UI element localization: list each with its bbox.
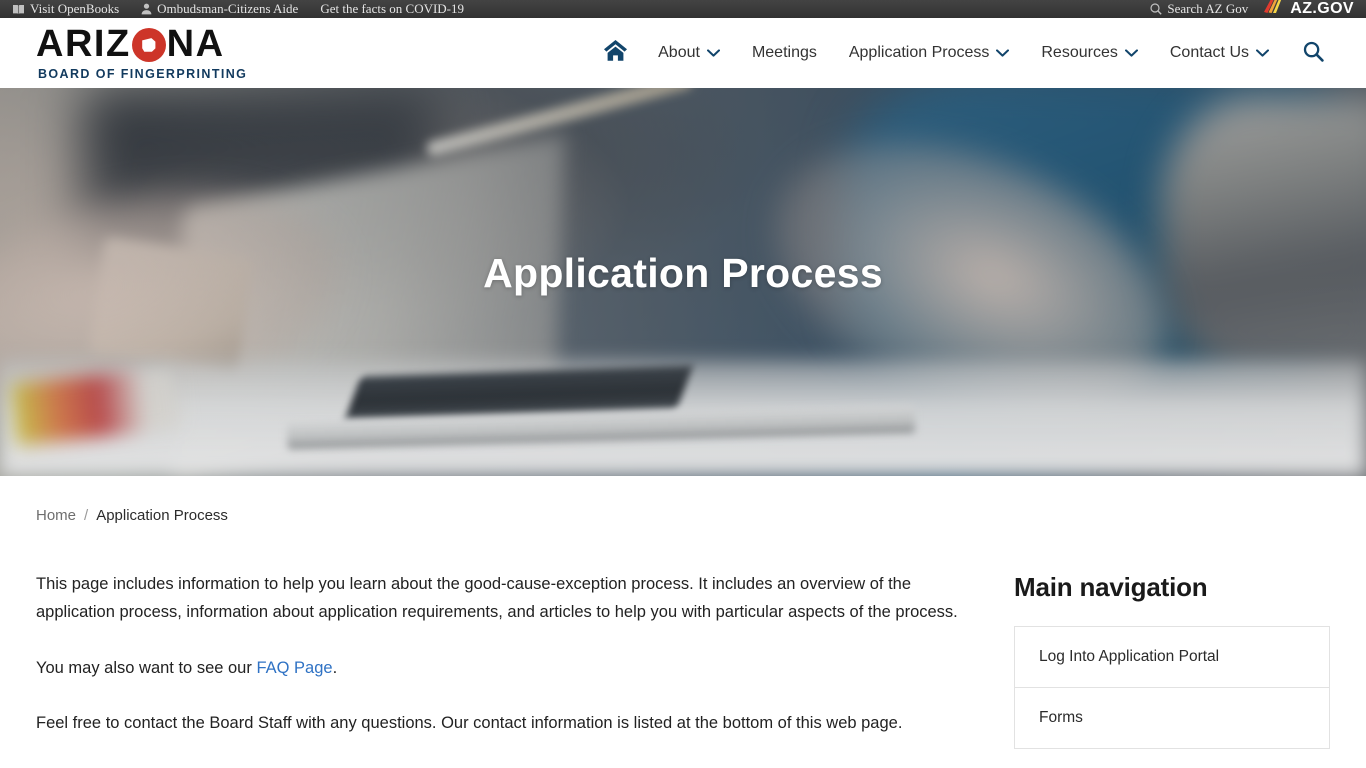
chevron-down-icon <box>1124 44 1138 62</box>
logo-text-part2: NA <box>166 23 225 65</box>
nav-item-contact-us-label: Contact Us <box>1169 44 1249 61</box>
nav-item-resources[interactable]: Resources <box>1025 34 1153 72</box>
az-gov-flag-icon <box>1264 0 1286 18</box>
logo-text-part1: ARIZ <box>36 23 131 65</box>
nav-item-meetings[interactable]: Meetings <box>736 34 833 72</box>
chevron-down-icon <box>996 44 1010 62</box>
faq-page-link[interactable]: FAQ Page <box>256 659 332 677</box>
breadcrumb-separator: / <box>84 507 89 524</box>
sidebar-heading: Main navigation <box>1014 572 1208 602</box>
search-az-gov-link[interactable]: Search AZ Gov <box>1150 0 1248 18</box>
arizona-state-emblem-icon <box>131 28 166 62</box>
openbooks-link[interactable]: Visit OpenBooks <box>12 0 119 18</box>
page-content: Home / Application Process This page inc… <box>0 476 1366 749</box>
sidebar-item-log-into-application-portal[interactable]: Log Into Application Portal <box>1015 627 1329 688</box>
search-az-gov-label: Search AZ Gov <box>1167 1 1249 16</box>
primary-navigation: About Meetings Application Process Resou… <box>589 29 1336 77</box>
home-icon <box>603 39 628 67</box>
ombudsman-label: Ombudsman-Citizens Aide <box>157 1 299 16</box>
covid-facts-link[interactable]: Get the facts on COVID-19 <box>320 0 464 18</box>
site-header: ARIZ NA BOARD OF FINGERPRINTING About Me… <box>0 18 1366 88</box>
page-title: Application Process <box>483 250 883 296</box>
search-icon <box>1303 41 1324 65</box>
az-gov-wordmark: AZ.GOV <box>1290 0 1354 17</box>
site-logo[interactable]: ARIZ NA BOARD OF FINGERPRINTING <box>36 25 247 81</box>
sidebar-menu: Log Into Application Portal Forms <box>1014 626 1330 749</box>
faq-paragraph: You may also want to see our FAQ Page. <box>36 654 966 682</box>
breadcrumb: Home / Application Process <box>36 476 1330 524</box>
sidebar: Main navigation Log Into Application Por… <box>1014 570 1330 749</box>
nav-item-about[interactable]: About <box>642 34 736 72</box>
header-search-button[interactable] <box>1285 31 1336 75</box>
nav-item-meetings-label: Meetings <box>751 44 817 61</box>
sidebar-item-forms[interactable]: Forms <box>1015 688 1329 748</box>
az-gov-utility-bar: Visit OpenBooks Ombudsman-Citizens Aide … <box>0 0 1366 18</box>
book-icon <box>12 4 25 15</box>
nav-item-about-label: About <box>658 44 700 61</box>
nav-item-application-process-label: Application Process <box>848 44 990 61</box>
az-gov-logo-link[interactable]: AZ.GOV <box>1264 0 1354 18</box>
content-grid: This page includes information to help y… <box>36 524 1330 749</box>
main-content: This page includes information to help y… <box>36 570 966 738</box>
logo-wordmark: ARIZ NA <box>36 25 247 63</box>
utility-right: Search AZ Gov AZ.GOV <box>1150 0 1354 18</box>
openbooks-label: Visit OpenBooks <box>30 1 120 16</box>
ombudsman-link[interactable]: Ombudsman-Citizens Aide <box>141 0 298 18</box>
search-icon <box>1150 3 1163 15</box>
nav-item-resources-label: Resources <box>1041 44 1118 61</box>
breadcrumb-current: Application Process <box>96 507 228 524</box>
faq-paragraph-text-before: You may also want to see our <box>36 658 257 677</box>
breadcrumb-home[interactable]: Home <box>36 507 76 524</box>
faq-paragraph-text-after: . <box>332 658 338 677</box>
nav-item-application-process[interactable]: Application Process <box>833 34 1026 72</box>
nav-item-contact-us[interactable]: Contact Us <box>1154 34 1285 72</box>
person-icon <box>141 3 152 15</box>
intro-paragraph: This page includes information to help y… <box>36 575 958 622</box>
chevron-down-icon <box>706 44 720 62</box>
nav-item-home[interactable] <box>589 29 642 77</box>
hero-banner: Application Process <box>0 88 1366 476</box>
covid-facts-label: Get the facts on COVID-19 <box>320 1 465 16</box>
contact-paragraph: Feel free to contact the Board Staff wit… <box>36 714 903 733</box>
logo-subtitle: BOARD OF FINGERPRINTING <box>38 67 248 81</box>
utility-links: Visit OpenBooks Ombudsman-Citizens Aide … <box>12 0 464 18</box>
chevron-down-icon <box>1256 44 1269 62</box>
